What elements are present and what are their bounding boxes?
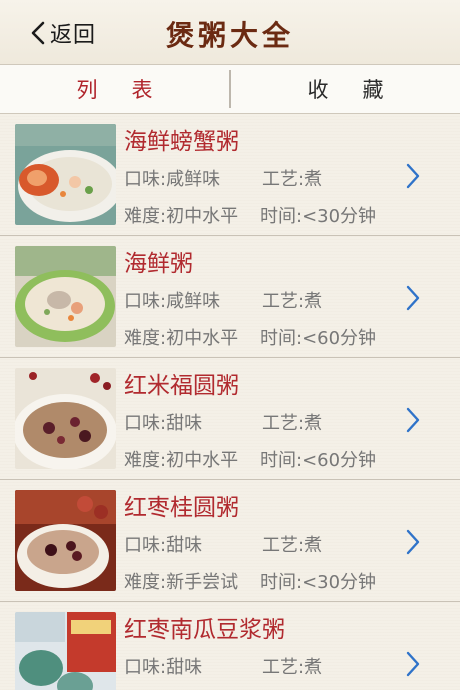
tab-favorites-label: 收藏 (307, 78, 418, 102)
recipe-thumbnail (15, 612, 116, 690)
chevron-right-icon (406, 651, 420, 677)
segmented-tabs: 列表 收藏 (0, 64, 460, 114)
list-item[interactable]: 海鲜螃蟹粥 口味:咸鲜味 工艺:煮 难度:初中水平 时间:<30分钟 (0, 114, 460, 236)
recipe-difficulty: 难度:新手尝试 (124, 572, 239, 593)
tab-list[interactable]: 列表 (0, 65, 229, 113)
recipe-taste: 口味:甜味 (124, 657, 203, 678)
recipe-name: 海鲜粥 (124, 251, 193, 277)
recipe-duration: 时间:<60分钟 (260, 450, 377, 471)
recipe-duration: 时间:<30分钟 (260, 572, 377, 593)
app-screen: 返回 煲粥大全 列表 收藏 海鲜螃蟹粥 口味:咸鲜味 工艺:煮 难度:初中水平 … (0, 0, 460, 690)
recipe-thumbnail (15, 368, 116, 469)
chevron-right-icon (406, 163, 420, 189)
recipe-name: 红米福圆粥 (124, 373, 239, 399)
recipe-thumbnail (15, 246, 116, 347)
recipe-craft: 工艺:煮 (262, 657, 323, 678)
recipe-thumbnail (15, 490, 116, 591)
recipe-craft: 工艺:煮 (262, 413, 323, 434)
recipe-thumbnail (15, 124, 116, 225)
navigation-bar: 返回 煲粥大全 (0, 0, 460, 64)
list-item[interactable]: 海鲜粥 口味:咸鲜味 工艺:煮 难度:初中水平 时间:<60分钟 (0, 236, 460, 358)
recipe-craft: 工艺:煮 (262, 535, 323, 556)
recipe-taste: 口味:咸鲜味 (124, 291, 221, 312)
chevron-right-icon (406, 285, 420, 311)
recipe-name: 红枣桂圆粥 (124, 495, 239, 521)
recipe-duration: 时间:<60分钟 (260, 328, 377, 349)
tab-list-label: 列表 (76, 78, 187, 102)
recipe-taste: 口味:甜味 (124, 535, 203, 556)
recipe-difficulty: 难度:初中水平 (124, 328, 239, 349)
recipe-difficulty: 难度:初中水平 (124, 206, 239, 227)
recipe-duration: 时间:<30分钟 (260, 206, 377, 227)
list-item[interactable]: 红米福圆粥 口味:甜味 工艺:煮 难度:初中水平 时间:<60分钟 (0, 358, 460, 480)
recipe-difficulty: 难度:初中水平 (124, 450, 239, 471)
recipe-name: 海鲜螃蟹粥 (124, 129, 239, 155)
recipe-craft: 工艺:煮 (262, 169, 323, 190)
page-title: 煲粥大全 (165, 19, 294, 52)
list-item[interactable]: 红枣桂圆粥 口味:甜味 工艺:煮 难度:新手尝试 时间:<30分钟 (0, 480, 460, 602)
recipe-taste: 口味:咸鲜味 (124, 169, 221, 190)
recipe-list: 海鲜螃蟹粥 口味:咸鲜味 工艺:煮 难度:初中水平 时间:<30分钟 海鲜粥 口… (0, 114, 460, 690)
recipe-name: 红枣南瓜豆浆粥 (124, 617, 285, 643)
recipe-craft: 工艺:煮 (262, 291, 323, 312)
chevron-right-icon (406, 529, 420, 555)
recipe-taste: 口味:甜味 (124, 413, 203, 434)
list-item[interactable]: 红枣南瓜豆浆粥 口味:甜味 工艺:煮 (0, 602, 460, 690)
tab-favorites[interactable]: 收藏 (231, 65, 460, 113)
chevron-right-icon (406, 407, 420, 433)
